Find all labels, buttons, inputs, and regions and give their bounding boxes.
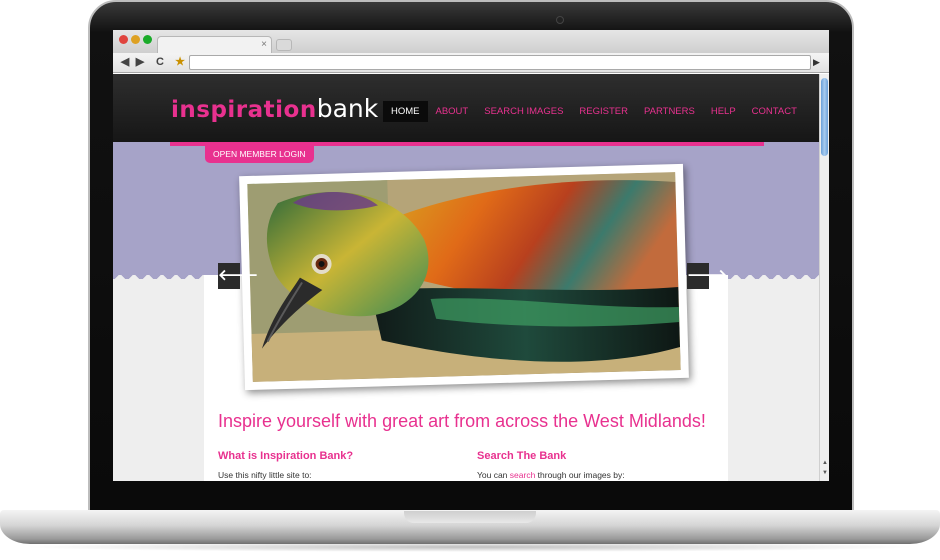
open-member-login-button[interactable]: OPEN MEMBER LOGIN: [205, 146, 314, 163]
page-scrollbar[interactable]: ▲ ▼: [819, 74, 829, 481]
site-header: inspirationbank HOME ABOUT SEARCH IMAGES…: [113, 74, 819, 142]
bookmark-star-icon[interactable]: ★: [173, 55, 187, 70]
slider-image[interactable]: [247, 172, 681, 382]
new-tab-button[interactable]: [276, 39, 292, 51]
bird-illustration: [247, 172, 681, 382]
scroll-up-icon[interactable]: ▲: [821, 460, 829, 466]
main-nav: HOME ABOUT SEARCH IMAGES REGISTER PARTNE…: [383, 101, 805, 122]
browser-tab[interactable]: ×: [157, 36, 272, 53]
slider-next-button[interactable]: 🡒: [687, 263, 727, 289]
search-link[interactable]: search: [510, 470, 536, 480]
slider-prev-button[interactable]: 🡐: [218, 263, 258, 289]
page-tagline: Inspire yourself with great art from acr…: [218, 411, 706, 431]
webcam: [556, 16, 564, 24]
slider-frame: [239, 163, 689, 391]
screen: × ◀ ▶ C ★ ▶ inspirationbank HOME ABOUT S…: [113, 30, 829, 481]
address-bar[interactable]: [189, 55, 811, 70]
close-window-button[interactable]: [119, 35, 128, 44]
scroll-down-icon[interactable]: ▼: [821, 470, 829, 476]
logo-text-bank: bank: [316, 94, 379, 123]
page-viewport: inspirationbank HOME ABOUT SEARCH IMAGES…: [113, 74, 819, 481]
logo-text-inspiration: inspiration: [171, 97, 317, 123]
nav-help[interactable]: HELP: [703, 101, 744, 122]
reload-icon[interactable]: C: [153, 55, 167, 70]
back-icon[interactable]: ◀: [118, 55, 132, 70]
search-text-before: You can: [477, 470, 510, 480]
nav-about[interactable]: ABOUT: [428, 101, 477, 122]
nav-search-images[interactable]: SEARCH IMAGES: [476, 101, 571, 122]
maximize-window-button[interactable]: [143, 35, 152, 44]
laptop-notch: [404, 511, 536, 523]
nav-contact[interactable]: CONTACT: [744, 101, 805, 122]
close-tab-icon[interactable]: ×: [261, 38, 267, 52]
search-text-after: through our images by:: [535, 470, 625, 480]
scrollbar-thumb[interactable]: [821, 78, 828, 156]
what-is-heading: What is Inspiration Bank?: [218, 450, 354, 462]
forward-icon[interactable]: ▶: [133, 55, 147, 70]
search-bank-text: You can search through our images by:: [477, 470, 625, 480]
browser-titlebar: ×: [113, 30, 829, 53]
go-icon[interactable]: ▶: [813, 55, 825, 70]
nav-partners[interactable]: PARTNERS: [636, 101, 703, 122]
what-is-text: Use this nifty little site to:: [218, 470, 312, 480]
nav-home[interactable]: HOME: [383, 101, 428, 122]
site-logo[interactable]: inspirationbank: [171, 93, 378, 124]
browser-toolbar: ◀ ▶ C ★ ▶: [113, 53, 829, 73]
minimize-window-button[interactable]: [131, 35, 140, 44]
search-bank-heading: Search The Bank: [477, 450, 567, 462]
nav-register[interactable]: REGISTER: [571, 101, 636, 122]
